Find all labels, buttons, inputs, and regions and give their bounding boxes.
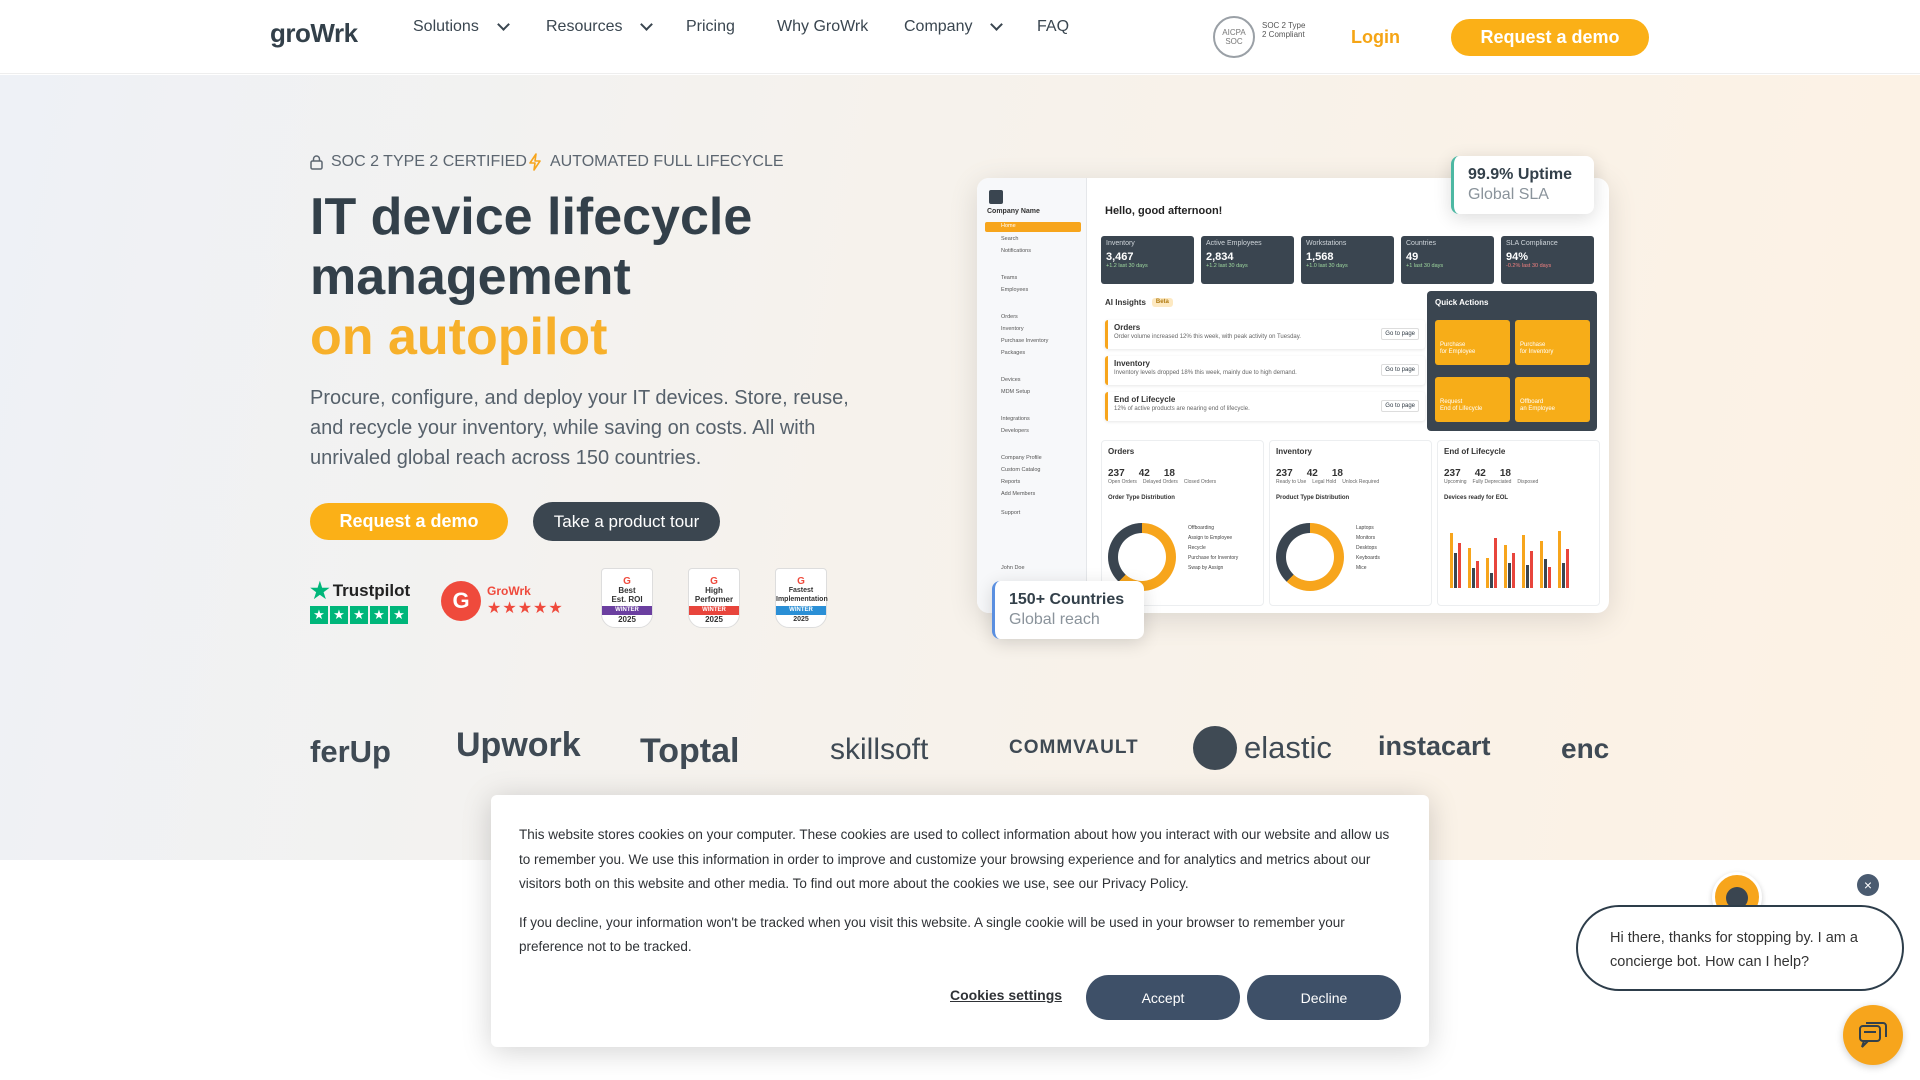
g2-stars: ★★★★★ bbox=[487, 600, 564, 617]
automated-lifecycle-badge: AUTOMATED FULL LIFECYCLE bbox=[528, 153, 784, 171]
elastic-logo-icon bbox=[1193, 726, 1237, 770]
countries-callout: 150+ Countries Global reach bbox=[992, 581, 1144, 639]
quick-action: Purchase for Inventory bbox=[1515, 320, 1590, 365]
soc2-certified-badge: SOC 2 TYPE 2 CERTIFIED bbox=[310, 153, 527, 171]
insight-item: Inventory Inventory levels dropped 18% th… bbox=[1105, 356, 1425, 385]
quick-actions-panel: Quick Actions Purchase for Employee Purch… bbox=[1427, 291, 1597, 431]
chevron-down-icon bbox=[990, 17, 1004, 31]
login-link[interactable]: Login bbox=[1351, 27, 1400, 48]
nav-solutions[interactable]: Solutions bbox=[413, 17, 510, 36]
chat-launcher-button[interactable] bbox=[1843, 1005, 1903, 1065]
nav-company[interactable]: Company bbox=[904, 17, 1004, 36]
kpi-card: Inventory 3,467 +1.2 last 30 days bbox=[1101, 236, 1194, 284]
trustpilot-badge: ★ Trustpilot ★ ★ ★ ★ ★ bbox=[310, 578, 411, 624]
insight-item: Orders Order volume increased 12% this we… bbox=[1105, 320, 1425, 349]
toptal-logo: Toptal bbox=[640, 732, 740, 770]
eol-bar-chart bbox=[1450, 531, 1569, 588]
kpi-card: Active Employees 2,834 +1.2 last 30 days bbox=[1201, 236, 1294, 284]
hero-subtitle: Procure, configure, and deploy your IT d… bbox=[310, 387, 849, 469]
growrk-logo[interactable]: groWrk bbox=[270, 18, 358, 49]
skillsoft-logo: skillsoft bbox=[830, 733, 929, 766]
hero-section bbox=[0, 75, 1920, 860]
g2-logo-icon: G bbox=[441, 581, 481, 621]
partner-logo-cut: enc bbox=[1561, 733, 1610, 764]
dashboard-sidebar: Company Name Home Search Notifications T… bbox=[977, 178, 1087, 613]
nav-pricing[interactable]: Pricing bbox=[686, 18, 735, 36]
lock-icon bbox=[310, 154, 323, 170]
lightning-icon bbox=[529, 153, 541, 171]
inventory-card: Inventory 237 42 18 Ready to Use Legal Hold… bbox=[1269, 440, 1432, 606]
dashboard-greeting: Hello, good afternoon! bbox=[1105, 205, 1223, 217]
g2-award-best-roi: G Best Est. ROI WINTER 2025 bbox=[601, 568, 653, 628]
upwork-logo: Upwork bbox=[456, 726, 581, 764]
header-request-demo-button[interactable]: Request a demo bbox=[1451, 19, 1649, 56]
chat-icon bbox=[1859, 1022, 1887, 1048]
g2-awards: G Best Est. ROI WINTER 2025 G High Performer … bbox=[601, 568, 828, 628]
ai-insights-header: AI Insights Beta bbox=[1105, 298, 1173, 307]
site-header: groWrk Solutions Resources Pricing Why G… bbox=[0, 0, 1920, 74]
g2-award-high-performer: G High Performer WINTER 2025 bbox=[688, 568, 740, 628]
offerup-logo: ferUp bbox=[310, 734, 391, 769]
star-icon: ★ bbox=[310, 578, 330, 603]
hero-title-line1: IT device lifecycle bbox=[310, 188, 753, 246]
g2-rating-badge: G GroWrk ★★★★★ bbox=[441, 581, 564, 621]
kpi-card: SLA Compliance 94% -0.2% last 30 days bbox=[1501, 236, 1594, 284]
product-donut-chart bbox=[1276, 523, 1344, 591]
cookie-text-tracking: If you decline, your information won't b… bbox=[519, 914, 1345, 955]
cookie-text-main: This website stores cookies on your comp… bbox=[519, 827, 1390, 891]
quick-action: Offboard an Employee bbox=[1515, 377, 1590, 422]
uptime-callout: 99.9% Uptime Global SLA bbox=[1451, 156, 1594, 214]
trustpilot-stars: ★ ★ ★ ★ ★ bbox=[310, 606, 410, 624]
insight-item: End of Lifecycle 12% of active products a… bbox=[1105, 392, 1425, 421]
nav-why-growrk[interactable]: Why GroWrk bbox=[777, 18, 868, 36]
sidebar-active-item bbox=[985, 222, 1081, 232]
close-icon[interactable]: × bbox=[1857, 874, 1879, 896]
hero-title-highlight: on autopilot bbox=[310, 308, 608, 366]
g2-award-fastest-implementation: G Fastest Implementation WINTER 2025 bbox=[775, 568, 828, 628]
kpi-card: Workstations 1,568 +1.0 last 30 days bbox=[1301, 236, 1394, 284]
hero-title-line2: management bbox=[310, 248, 631, 306]
quick-action: Request End of Lifecycle bbox=[1435, 377, 1510, 422]
nav-resources[interactable]: Resources bbox=[546, 17, 654, 36]
cookie-consent-banner: This website stores cookies on your comp… bbox=[491, 795, 1429, 1047]
product-tour-button[interactable]: Take a product tour bbox=[533, 502, 720, 541]
end-of-lifecycle-card: End of Lifecycle 237 42 18 Upcoming Fully D… bbox=[1437, 440, 1600, 606]
cookies-settings-link[interactable]: Cookies settings bbox=[950, 987, 1062, 1003]
chevron-down-icon bbox=[496, 17, 510, 31]
chatbot-message-bubble: Hi there, thanks for stopping by. I am a… bbox=[1576, 905, 1904, 991]
chevron-down-icon bbox=[640, 17, 654, 31]
aicpa-seal: AICPA SOC bbox=[1213, 16, 1255, 58]
quick-action: Purchase for Employee bbox=[1435, 320, 1510, 365]
commvault-logo: COMMVAULT bbox=[1009, 737, 1139, 758]
nav-faq[interactable]: FAQ bbox=[1037, 18, 1069, 36]
instacart-logo: instacart bbox=[1378, 731, 1491, 761]
app-logo-icon bbox=[989, 190, 1003, 204]
decline-cookies-button[interactable]: Decline bbox=[1247, 975, 1401, 1020]
soc2-compliant-badge: SOC 2 Type 2 Compliant bbox=[1262, 21, 1306, 39]
accept-cookies-button[interactable]: Accept bbox=[1086, 975, 1240, 1020]
dashboard-preview: Company Name Home Search Notifications T… bbox=[977, 178, 1609, 613]
kpi-card: Countries 49 +1 last 30 days bbox=[1401, 236, 1494, 284]
elastic-logo: elastic bbox=[1244, 730, 1332, 765]
hero-request-demo-button[interactable]: Request a demo bbox=[310, 503, 508, 540]
